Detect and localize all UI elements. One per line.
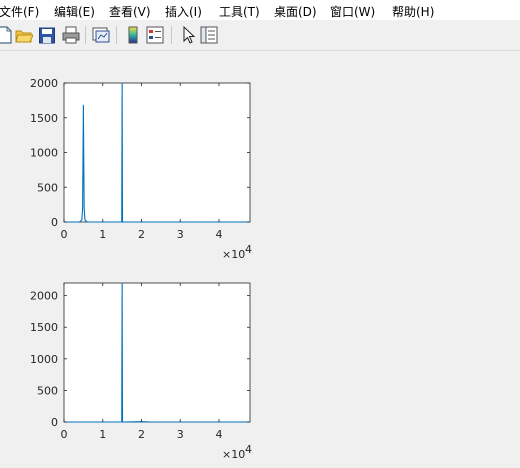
y-tick-label: 2000 — [30, 290, 58, 303]
y-tick-label: 500 — [37, 384, 58, 397]
menu-window[interactable]: 窗口(W) — [330, 3, 375, 20]
toolbar-separator — [171, 26, 172, 44]
menu-view[interactable]: 查看(V) — [109, 3, 151, 20]
x-exponent-power: 4 — [245, 443, 252, 456]
toolbar-separator — [85, 26, 86, 44]
y-tick-label: 1500 — [30, 321, 58, 334]
y-tick-label: 1000 — [30, 353, 58, 366]
insert-legend-icon[interactable] — [146, 25, 164, 45]
x-exponent-label: ×10 — [222, 248, 245, 261]
axes-box — [63, 282, 251, 423]
print-icon[interactable] — [62, 25, 80, 45]
x-tick-label: 2 — [138, 228, 145, 241]
menu-help[interactable]: 帮助(H) — [392, 3, 434, 20]
x-exponent-power: 4 — [245, 243, 252, 256]
open-file-icon[interactable] — [15, 25, 33, 45]
x-tick-label: 4 — [216, 228, 223, 241]
edit-plot-pointer-icon[interactable] — [180, 25, 198, 45]
y-tick-label: 0 — [51, 416, 58, 429]
x-tick-label: 4 — [216, 428, 223, 441]
x-tick-label: 3 — [177, 228, 184, 241]
x-tick-label: 1 — [99, 428, 106, 441]
y-tick-label: 0 — [51, 216, 58, 229]
x-tick-label: 3 — [177, 428, 184, 441]
x-tick-label: 0 — [61, 428, 68, 441]
y-tick-label: 1000 — [30, 147, 58, 160]
x-exponent-label: ×10 — [222, 448, 245, 461]
property-inspector-icon[interactable] — [200, 25, 218, 45]
spectrum-plot-top: 0 1 2 3 40500100015002000×10 4 — [30, 77, 252, 261]
menu-edit[interactable]: 编辑(E) — [54, 3, 95, 20]
axes-box — [63, 82, 251, 223]
spectrum-plot-bottom: 0 1 2 3 40500100015002000×10 4 — [30, 282, 252, 461]
y-tick-label: 500 — [37, 181, 58, 194]
y-tick-label: 1500 — [30, 112, 58, 125]
link-plot-icon[interactable] — [92, 25, 110, 45]
toolbar-separator — [116, 26, 117, 44]
menu-desktop[interactable]: 桌面(D) — [274, 3, 317, 20]
menu-bar: 文件(F) 编辑(E) 查看(V) 插入(I) 工具(T) 桌面(D) 窗口(W… — [0, 0, 520, 20]
x-tick-label: 2 — [138, 428, 145, 441]
menu-tools[interactable]: 工具(T) — [219, 3, 260, 20]
menu-insert[interactable]: 插入(I) — [165, 3, 202, 20]
toolbar — [0, 20, 520, 51]
x-tick-label: 1 — [99, 228, 106, 241]
insert-colorbar-icon[interactable] — [124, 25, 142, 45]
x-tick-label: 0 — [61, 228, 68, 241]
y-tick-label: 2000 — [30, 77, 58, 90]
save-icon[interactable] — [38, 25, 56, 45]
new-figure-icon[interactable] — [0, 25, 14, 45]
menu-file[interactable]: 文件(F) — [0, 3, 39, 20]
